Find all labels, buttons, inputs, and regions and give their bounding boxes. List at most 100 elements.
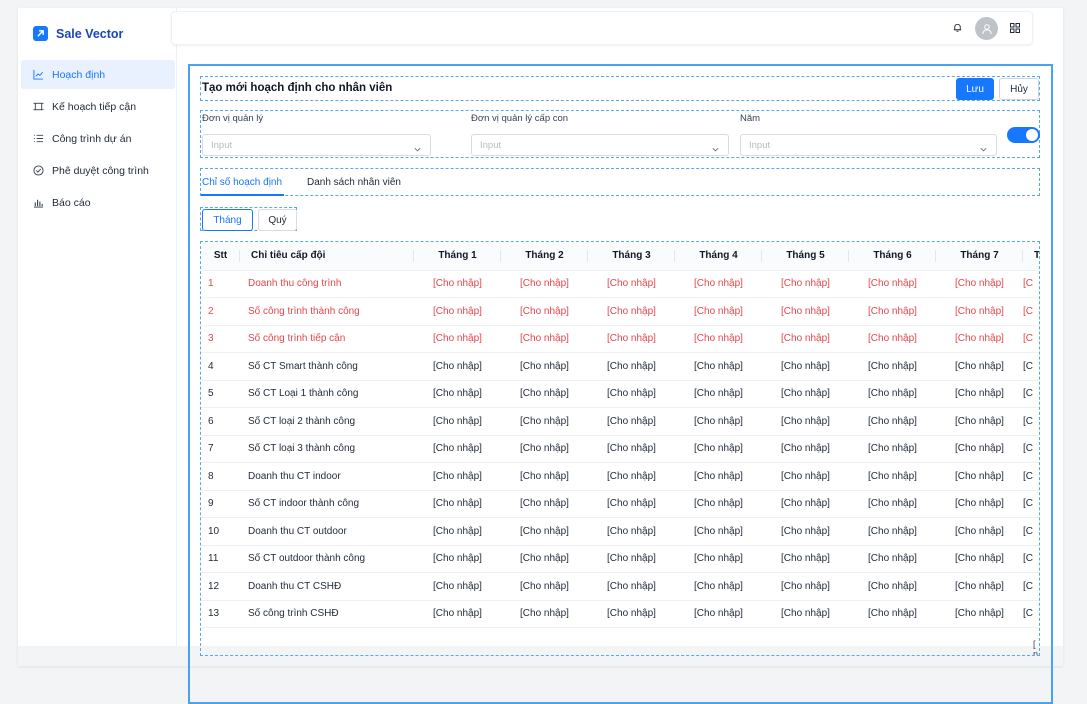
month-value-cell[interactable]: [Cho nhập] bbox=[849, 545, 936, 573]
month-value-cell[interactable]: [Cho nhập] bbox=[675, 572, 762, 601]
month-value-cell[interactable]: [Cho nhập] bbox=[588, 545, 675, 573]
month-value-cell[interactable]: [Cho nhập] bbox=[588, 407, 675, 436]
month-value-cell[interactable]: [Cho nhập] bbox=[936, 407, 1023, 436]
month-value-cell[interactable]: [Cho nhập] bbox=[762, 270, 849, 298]
month-value-cell[interactable]: [Cho nhập] bbox=[849, 490, 936, 518]
month-value-cell[interactable]: [Cho nhập] bbox=[588, 600, 675, 628]
month-value-cell[interactable]: [Cho nhập] bbox=[849, 270, 936, 298]
month-value-cell[interactable]: [Cho nhập] bbox=[762, 517, 849, 546]
month-value-cell[interactable]: [Cho nhập] bbox=[414, 572, 501, 601]
month-value-cell[interactable]: [Cho nhập] bbox=[936, 297, 1023, 326]
month-value-cell[interactable]: [Cho nhập] bbox=[936, 490, 1023, 518]
month-value-cell[interactable]: [Cho nhập] bbox=[501, 325, 588, 353]
month-value-cell[interactable]: [Cho nhập] bbox=[849, 572, 936, 601]
month-value-cell[interactable]: [Cho nhập] bbox=[675, 517, 762, 546]
sidebar-item-phe-duyet-cong-trinh[interactable]: Phê duyệt công trình bbox=[21, 156, 175, 185]
month-value-cell-clipped[interactable]: [C bbox=[1023, 352, 1039, 381]
month-value-cell[interactable]: [Cho nhập] bbox=[501, 572, 588, 601]
month-value-cell[interactable]: [Cho nhập] bbox=[588, 270, 675, 298]
don-vi-quan-ly-input[interactable] bbox=[203, 135, 430, 156]
period-month-button[interactable]: Tháng bbox=[202, 209, 253, 231]
month-value-cell[interactable]: [Cho nhập] bbox=[414, 517, 501, 546]
month-value-cell[interactable]: [Cho nhập] bbox=[762, 297, 849, 326]
month-value-cell[interactable]: [Cho nhập] bbox=[675, 297, 762, 326]
month-value-cell[interactable]: [Cho nhập] bbox=[675, 490, 762, 518]
month-value-cell[interactable]: [Cho nhập] bbox=[849, 325, 936, 353]
month-value-cell[interactable]: [Cho nhập] bbox=[675, 462, 762, 491]
period-quarter-button[interactable]: Quý bbox=[258, 209, 297, 231]
month-value-cell[interactable]: [Cho nhập] bbox=[936, 435, 1023, 463]
month-value-cell[interactable]: [Cho nhập] bbox=[936, 352, 1023, 381]
nam-select[interactable] bbox=[740, 134, 997, 156]
month-value-cell[interactable]: [Cho nhập] bbox=[588, 325, 675, 353]
month-value-cell[interactable]: [Cho nhập] bbox=[762, 462, 849, 491]
month-value-cell[interactable]: [Cho nhập] bbox=[936, 517, 1023, 546]
cancel-button[interactable]: Hủy bbox=[999, 78, 1039, 100]
month-value-cell[interactable]: [Cho nhập] bbox=[849, 517, 936, 546]
month-value-cell[interactable]: [Cho nhập] bbox=[675, 270, 762, 298]
month-value-cell[interactable]: [Cho nhập] bbox=[414, 435, 501, 463]
month-value-cell-clipped[interactable]: [C bbox=[1023, 517, 1039, 546]
month-value-cell[interactable]: [Cho nhập] bbox=[675, 600, 762, 628]
month-value-cell[interactable]: [Cho nhập] bbox=[675, 380, 762, 408]
month-value-cell[interactable]: [Cho nhập] bbox=[675, 352, 762, 381]
month-value-cell[interactable]: [Cho nhập] bbox=[849, 600, 936, 628]
month-value-cell-clipped[interactable]: [C bbox=[1023, 545, 1039, 573]
month-value-cell[interactable]: [Cho nhập] bbox=[675, 435, 762, 463]
month-value-cell-clipped[interactable]: [C bbox=[1023, 270, 1039, 298]
tab-chi-so-hoach-dinh[interactable]: Chỉ số hoạch định bbox=[202, 177, 282, 188]
nam-input[interactable] bbox=[741, 135, 996, 156]
month-value-cell[interactable]: [Cho nhập] bbox=[501, 490, 588, 518]
month-value-cell-clipped[interactable]: [C bbox=[1023, 462, 1039, 491]
month-value-cell[interactable]: [Cho nhập] bbox=[501, 600, 588, 628]
month-value-cell[interactable]: [Cho nhập] bbox=[501, 462, 588, 491]
month-value-cell[interactable]: [Cho nhập] bbox=[762, 572, 849, 601]
month-value-cell[interactable]: [Cho nhập] bbox=[936, 572, 1023, 601]
month-value-cell[interactable]: [Cho nhập] bbox=[414, 407, 501, 436]
month-value-cell[interactable]: [Cho nhập] bbox=[936, 325, 1023, 353]
month-value-cell[interactable]: [Cho nhập] bbox=[849, 435, 936, 463]
sidebar-item-hoach-dinh[interactable]: Hoạch định bbox=[21, 60, 175, 89]
month-value-cell[interactable]: [Cho nhập] bbox=[762, 352, 849, 381]
month-value-cell[interactable]: [Cho nhập] bbox=[675, 407, 762, 436]
month-value-cell[interactable]: [Cho nhập] bbox=[936, 545, 1023, 573]
save-button[interactable]: Lưu bbox=[956, 78, 994, 100]
user-avatar-icon[interactable] bbox=[975, 17, 998, 40]
month-value-cell[interactable]: [Cho nhập] bbox=[849, 352, 936, 381]
month-value-cell[interactable]: [Cho nhập] bbox=[762, 380, 849, 408]
month-value-cell[interactable]: [Cho nhập] bbox=[762, 600, 849, 628]
month-value-cell[interactable]: [Cho nhập] bbox=[501, 517, 588, 546]
tab-danh-sach-nhan-vien[interactable]: Danh sách nhân viên bbox=[307, 177, 401, 188]
month-value-cell-clipped[interactable]: [C bbox=[1023, 435, 1039, 463]
month-value-cell-clipped[interactable]: [C bbox=[1023, 572, 1039, 601]
month-value-cell-clipped[interactable]: [C bbox=[1023, 490, 1039, 518]
logo[interactable]: Sale Vector bbox=[33, 26, 123, 41]
month-value-cell[interactable]: [Cho nhập] bbox=[588, 490, 675, 518]
month-value-cell[interactable]: [Cho nhập] bbox=[501, 380, 588, 408]
month-value-cell[interactable]: [Cho nhập] bbox=[414, 600, 501, 628]
sidebar-item-ke-hoach-tiep-can[interactable]: Kế hoạch tiếp cận bbox=[21, 92, 175, 121]
month-value-cell[interactable]: [Cho nhập] bbox=[414, 490, 501, 518]
month-value-cell[interactable]: [Cho nhập] bbox=[936, 380, 1023, 408]
month-value-cell[interactable]: [Cho nhập] bbox=[414, 380, 501, 408]
month-value-cell[interactable]: [Cho nhập] bbox=[588, 517, 675, 546]
month-value-cell-clipped[interactable]: [C bbox=[1023, 407, 1039, 436]
month-value-cell[interactable]: [Cho nhập] bbox=[762, 490, 849, 518]
month-value-cell[interactable]: [Cho nhập] bbox=[588, 435, 675, 463]
month-value-cell-clipped[interactable]: [C bbox=[1023, 325, 1039, 353]
don-vi-quan-ly-select[interactable] bbox=[202, 134, 431, 156]
month-value-cell[interactable]: [Cho nhập] bbox=[501, 545, 588, 573]
sidebar-item-bao-cao[interactable]: Báo cáo bbox=[21, 188, 175, 217]
month-value-cell[interactable]: [Cho nhập] bbox=[936, 462, 1023, 491]
month-value-cell[interactable]: [Cho nhập] bbox=[501, 270, 588, 298]
bell-icon[interactable] bbox=[952, 20, 963, 38]
grid-apps-icon[interactable] bbox=[1010, 20, 1020, 38]
month-value-cell[interactable]: [Cho nhập] bbox=[588, 297, 675, 326]
month-value-cell[interactable]: [Cho nhập] bbox=[762, 545, 849, 573]
month-value-cell[interactable]: [Cho nhập] bbox=[501, 435, 588, 463]
month-value-cell[interactable]: [Cho nhập] bbox=[414, 297, 501, 326]
month-value-cell[interactable]: [Cho nhập] bbox=[414, 545, 501, 573]
month-value-cell-clipped[interactable]: [C bbox=[1023, 380, 1039, 408]
month-value-cell[interactable]: [Cho nhập] bbox=[588, 380, 675, 408]
month-value-cell[interactable]: [Cho nhập] bbox=[588, 462, 675, 491]
